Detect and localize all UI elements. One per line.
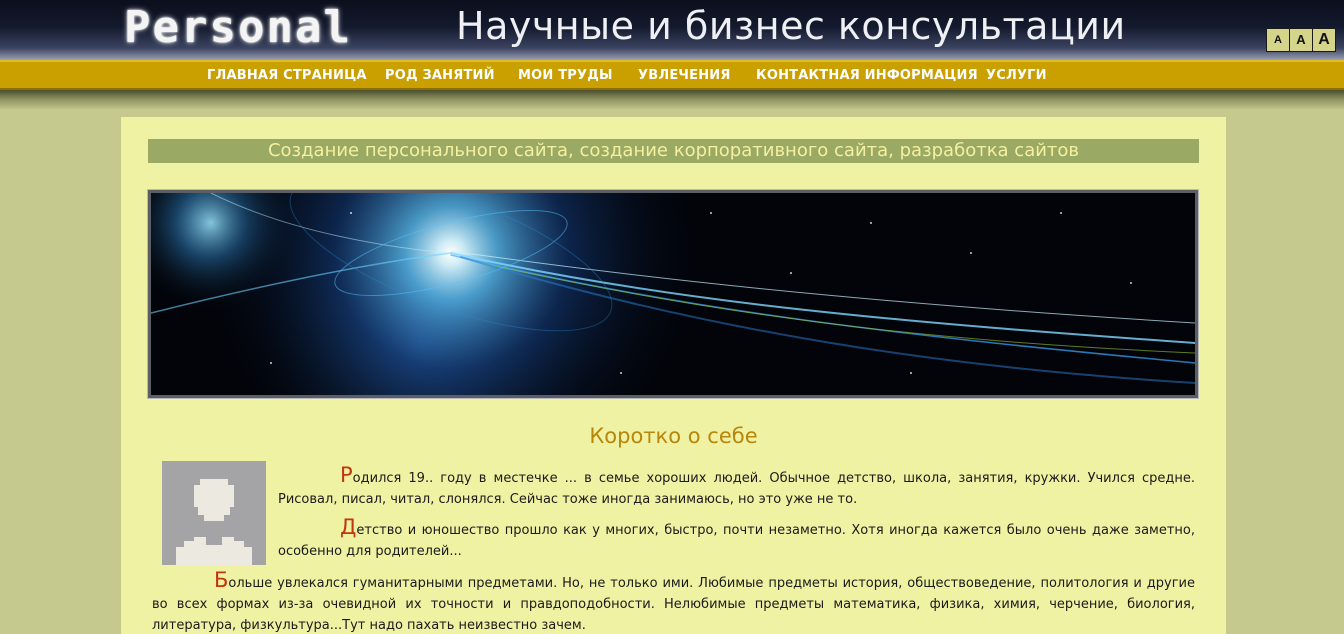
font-size-large-button[interactable]: A [1313,29,1335,51]
banner-title: Создание персонального сайта, создание к… [148,139,1199,163]
font-size-medium-button[interactable]: A [1290,29,1312,51]
site-header: Personal Научные и бизнес консультации A… [0,0,1344,60]
nav-shadow [0,90,1344,110]
paragraph-text: етство и юношество прошло как у многих, … [278,523,1195,559]
avatar [162,461,266,565]
site-logo[interactable]: Personal [124,2,352,54]
nav-item-works[interactable]: МОИ ТРУДЫ [518,68,613,83]
paragraph-text: ольше увлекался гуманитарными предметами… [152,576,1195,633]
font-size-switcher: A A A [1266,28,1336,52]
nav-item-services[interactable]: УСЛУГИ [986,68,1047,83]
about-paragraph-1: Родился 19.. году в местечке ... в семье… [278,465,1195,510]
content-area: Создание персонального сайта, создание к… [121,117,1226,634]
space-burst-image [151,193,1195,395]
site-title: Научные и бизнес консультации [456,4,1126,48]
about-heading: Коротко о себе [589,424,758,448]
paragraph-text: одился 19.. году в местечке ... в семье … [278,471,1195,507]
nav-item-home[interactable]: ГЛАВНАЯ СТРАНИЦА [207,68,367,83]
main-nav: ГЛАВНАЯ СТРАНИЦА РОД ЗАНЯТИЙ МОИ ТРУДЫ У… [0,60,1344,90]
drop-cap: Р [340,463,353,487]
drop-cap: Д [340,515,357,539]
about-paragraph-2: Детство и юношество прошло как у многих,… [278,517,1195,562]
nav-item-contacts[interactable]: КОНТАКТНАЯ ИНФОРМАЦИЯ [756,68,978,83]
nav-item-occupation[interactable]: РОД ЗАНЯТИЙ [385,68,495,83]
user-silhouette-icon [162,461,266,565]
about-paragraph-3: Больше увлекался гуманитарными предметам… [152,570,1195,634]
drop-cap: Б [214,568,229,592]
font-size-small-button[interactable]: A [1267,29,1289,51]
hero-image [147,189,1199,399]
nav-item-hobbies[interactable]: УВЛЕЧЕНИЯ [638,68,731,83]
